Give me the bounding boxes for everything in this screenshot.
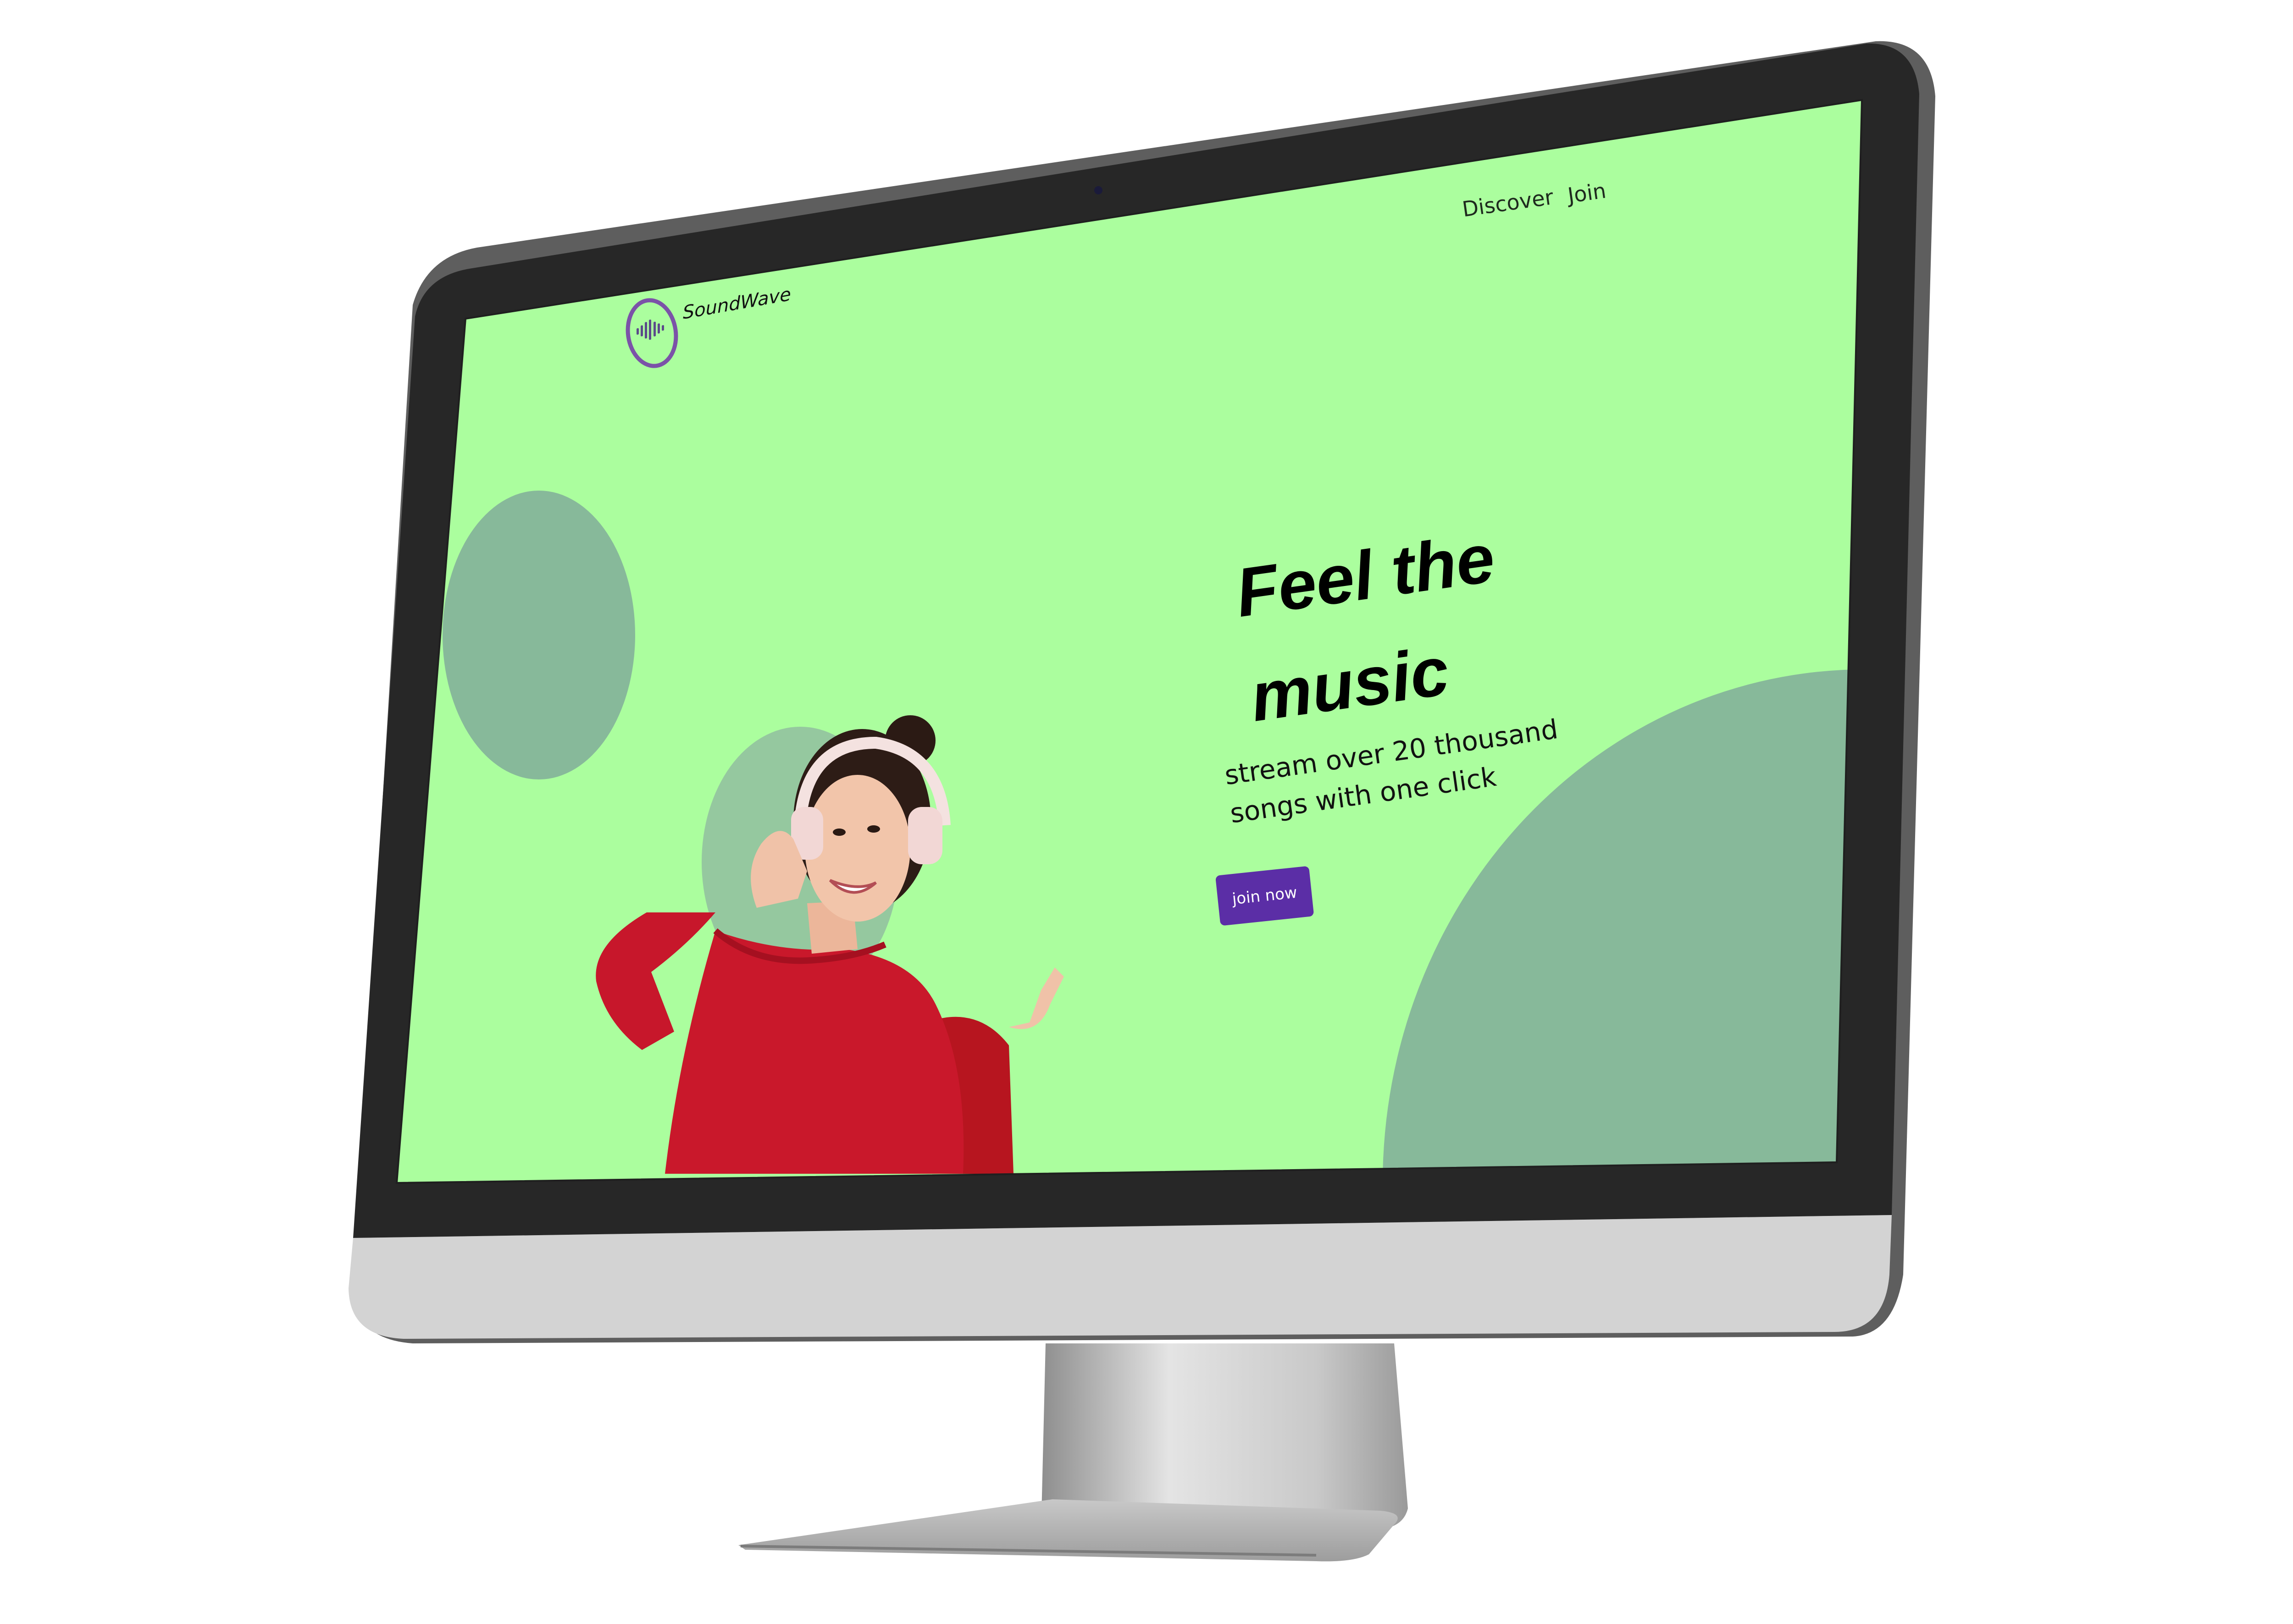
nav-link-join[interactable]: Join <box>1566 178 1607 208</box>
nav-link-discover[interactable]: Discover <box>1461 184 1555 221</box>
soundwave-bars-icon <box>637 318 664 342</box>
brand-name: SoundWave <box>682 283 792 324</box>
join-now-button[interactable]: join now <box>1215 866 1314 926</box>
